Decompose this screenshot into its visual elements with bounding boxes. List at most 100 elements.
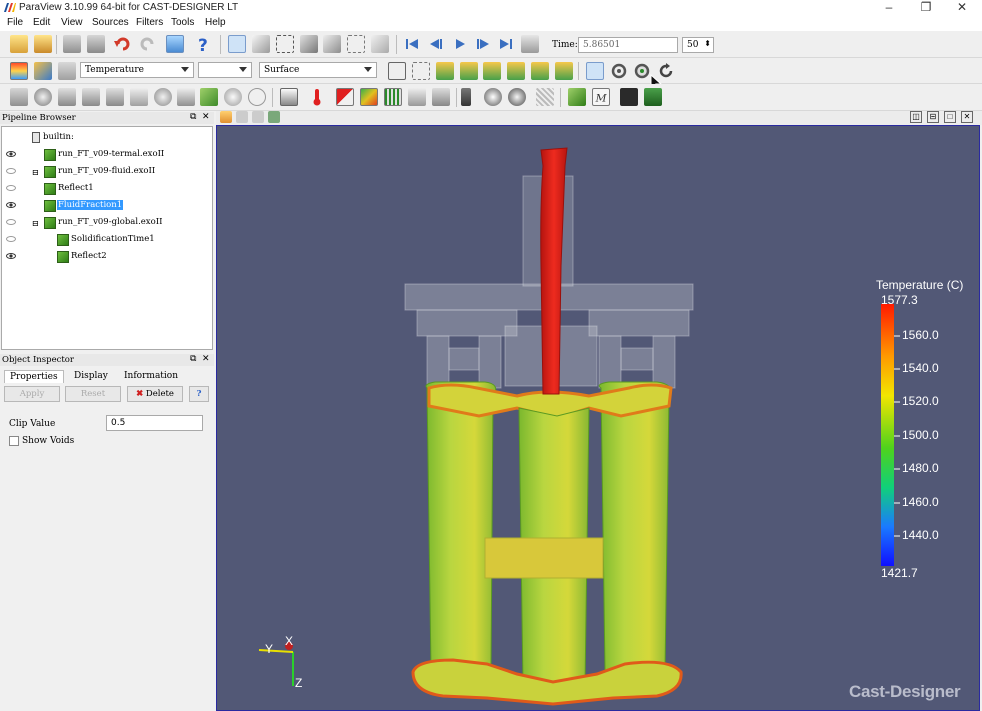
collapse-icon[interactable]: ⊟	[32, 168, 39, 177]
pipeline-item[interactable]: Reflect2	[2, 249, 212, 265]
color-map-icon[interactable]	[10, 62, 28, 80]
clip-icon[interactable]	[58, 88, 76, 106]
save-state-icon[interactable]	[87, 35, 105, 53]
view-tool-icon[interactable]	[252, 111, 264, 123]
select-frustum-icon[interactable]	[323, 35, 341, 53]
pick-center-icon[interactable]	[633, 62, 651, 80]
open-file-icon[interactable]	[10, 35, 28, 53]
menu-file[interactable]: File	[7, 17, 23, 28]
save-data-icon[interactable]	[63, 35, 81, 53]
box-icon[interactable]	[280, 88, 298, 106]
slice-icon[interactable]	[82, 88, 100, 106]
warp-icon[interactable]	[200, 88, 218, 106]
reset-button[interactable]: Reset	[65, 386, 121, 402]
camera-x-plus-icon[interactable]	[436, 62, 454, 80]
help-button[interactable]: ?	[189, 386, 209, 402]
module-icon[interactable]	[644, 88, 662, 106]
previous-frame-icon[interactable]	[427, 35, 445, 53]
center-axes-icon[interactable]	[586, 62, 604, 80]
camera-y-minus-icon[interactable]	[507, 62, 525, 80]
fluid-fraction-icon[interactable]	[336, 88, 354, 106]
eye-icon[interactable]	[6, 185, 16, 191]
menu-edit[interactable]: Edit	[33, 17, 50, 28]
mesh-icon[interactable]	[388, 62, 406, 80]
apply-button[interactable]: Apply	[4, 386, 60, 402]
clip-value-field[interactable]: 0.5	[106, 415, 203, 431]
pipeline-item[interactable]: ⊟ run_FT_v09-global.exoII	[2, 215, 212, 231]
pipeline-root[interactable]: builtin:	[2, 130, 212, 146]
camera-z-minus-icon[interactable]	[555, 62, 573, 80]
pipeline-item[interactable]: ⊟ run_FT_v09-fluid.exoII	[2, 164, 212, 180]
representation-select[interactable]: Surface	[259, 62, 377, 78]
grid-icon[interactable]	[384, 88, 402, 106]
maximize-button[interactable]: ❐	[908, 0, 944, 16]
tab-display[interactable]: Display	[69, 370, 113, 382]
close-button[interactable]: ✕	[944, 0, 980, 16]
play-icon[interactable]	[451, 35, 469, 53]
extract-level-icon[interactable]	[248, 88, 266, 106]
glyph-icon[interactable]	[154, 88, 172, 106]
close-panel-icon[interactable]: ✕	[202, 354, 210, 364]
thermometer-icon[interactable]	[308, 88, 326, 106]
extract-subset-icon[interactable]	[130, 88, 148, 106]
menu-sources[interactable]: Sources	[92, 17, 129, 28]
camera-z-plus-icon[interactable]	[531, 62, 549, 80]
split-vertical-icon[interactable]: ⊟	[927, 111, 939, 123]
zoom-to-data-icon[interactable]	[252, 35, 270, 53]
component-select[interactable]	[198, 62, 252, 78]
maximize-view-icon[interactable]: □	[944, 111, 956, 123]
eye-icon[interactable]	[6, 202, 16, 208]
pipeline-item[interactable]: SolidificationTime1	[2, 232, 212, 248]
eye-icon[interactable]	[6, 253, 16, 259]
pipeline-item[interactable]: run_FT_v09-termal.exoII	[2, 147, 212, 163]
next-frame-icon[interactable]	[474, 35, 492, 53]
macro-icon[interactable]: M	[592, 88, 610, 106]
pbas-icon[interactable]	[620, 88, 638, 106]
color-by-select[interactable]: Temperature	[80, 62, 194, 78]
pattern-icon[interactable]	[536, 88, 554, 106]
threshold-icon[interactable]	[106, 88, 124, 106]
undock-icon[interactable]: ⧉	[190, 112, 196, 122]
time-field[interactable]: 5.86501	[578, 37, 678, 53]
menu-view[interactable]: View	[61, 17, 83, 28]
close-panel-icon[interactable]: ✕	[202, 112, 210, 122]
view-tool-icon[interactable]	[268, 111, 280, 123]
camera-record-icon[interactable]	[508, 88, 526, 106]
camera-snapshot-icon[interactable]	[484, 88, 502, 106]
select-points-icon[interactable]	[300, 35, 318, 53]
eye-icon[interactable]	[6, 168, 16, 174]
delete-button[interactable]: ✖ Delete	[127, 386, 183, 402]
eye-icon[interactable]	[6, 219, 16, 225]
loop-icon[interactable]	[521, 35, 539, 53]
eye-icon[interactable]	[6, 236, 16, 242]
render-view[interactable]: Y X Z Temperature (C) 1577.3 1560.0 1540…	[216, 125, 980, 711]
rescale-range-icon[interactable]	[58, 62, 76, 80]
tab-properties[interactable]: Properties	[4, 370, 64, 383]
menu-tools[interactable]: Tools	[171, 17, 194, 28]
eye-icon[interactable]	[6, 151, 16, 157]
frame-spinbox[interactable]: 50 ⬍	[682, 37, 714, 53]
group-icon[interactable]	[224, 88, 242, 106]
reset-camera-icon[interactable]	[228, 35, 246, 53]
particle-icon[interactable]	[432, 88, 450, 106]
cube-icon[interactable]	[568, 88, 586, 106]
view-tool-icon[interactable]	[220, 111, 232, 123]
tab-information[interactable]: Information	[119, 370, 183, 382]
undock-icon[interactable]: ⧉	[190, 354, 196, 364]
pipeline-item[interactable]: Reflect1	[2, 181, 212, 197]
outline-icon[interactable]	[412, 62, 430, 80]
redo-icon[interactable]	[138, 35, 156, 53]
contour-icon[interactable]	[34, 88, 52, 106]
camera-y-plus-icon[interactable]	[483, 62, 501, 80]
pipeline-item-selected[interactable]: FluidFraction1	[2, 198, 212, 214]
stream-tracer-icon[interactable]	[177, 88, 195, 106]
connect-icon[interactable]	[166, 35, 184, 53]
last-frame-icon[interactable]	[497, 35, 515, 53]
show-voids-checkbox[interactable]	[9, 436, 19, 446]
select-block-icon[interactable]	[347, 35, 365, 53]
split-horizontal-icon[interactable]: ◫	[910, 111, 922, 123]
interactive-select-icon[interactable]	[371, 35, 389, 53]
rotate-icon[interactable]	[610, 62, 628, 80]
menu-help[interactable]: Help	[205, 17, 226, 28]
collapse-icon[interactable]: ⊟	[32, 219, 39, 228]
